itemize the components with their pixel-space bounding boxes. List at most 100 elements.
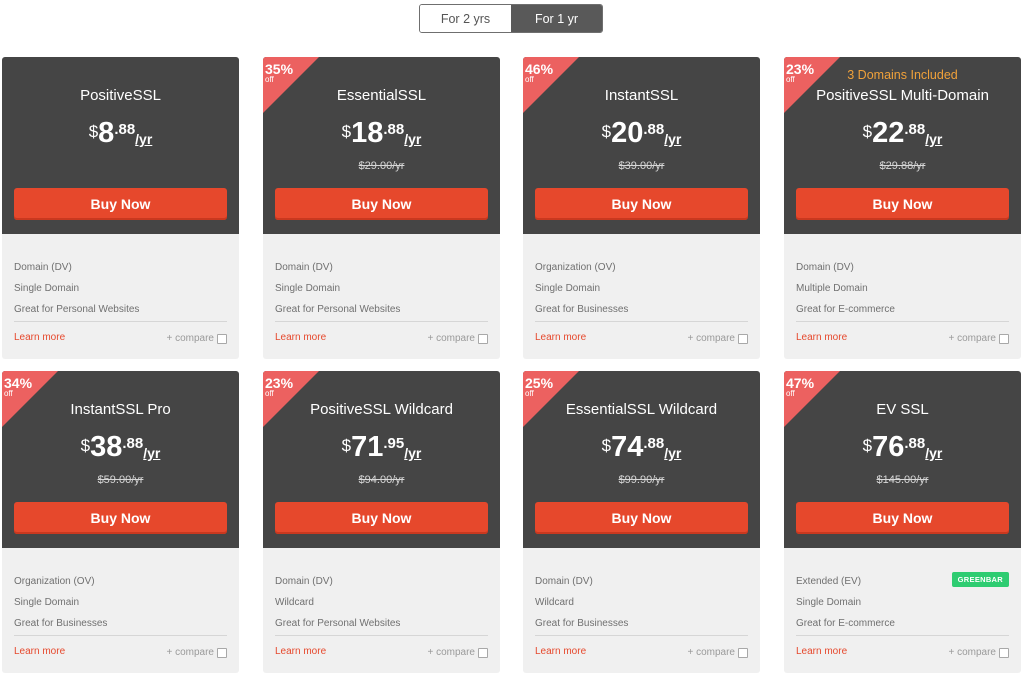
- product-feature: Single Domain: [535, 283, 601, 294]
- product-name: PositiveSSL: [80, 87, 161, 104]
- product-card: 34% off InstantSSL Pro $38.88/yr $59.00/yr Bu…: [2, 371, 239, 673]
- price-integer: 22: [872, 117, 905, 149]
- product-name: EV SSL: [876, 401, 929, 418]
- price-decimal: .88: [904, 435, 926, 452]
- compare-label: + compare: [948, 647, 996, 658]
- billing-period-toggle[interactable]: For 2 yrs For 1 yr: [419, 4, 603, 33]
- compare-toggle[interactable]: + compare: [166, 333, 227, 344]
- learn-more-link[interactable]: Learn more: [275, 332, 326, 343]
- price-integer: 8: [98, 117, 115, 149]
- compare-toggle[interactable]: + compare: [687, 333, 748, 344]
- card-header: 25% off EssentialSSL Wildcard $74.88/yr $99.…: [523, 371, 760, 548]
- learn-more-link[interactable]: Learn more: [14, 332, 65, 343]
- product-feature: Multiple Domain: [796, 283, 868, 294]
- product-price: $18.88/yr: [263, 119, 500, 148]
- product-name: InstantSSL: [604, 87, 679, 104]
- discount-badge: 46% off: [525, 62, 553, 84]
- product-name: PositiveSSL Wildcard: [310, 401, 453, 418]
- price-period: /yr: [664, 131, 682, 147]
- price-currency: $: [601, 436, 612, 455]
- product-price: $38.88/yr: [2, 433, 239, 462]
- compare-label: + compare: [687, 647, 735, 658]
- price-period: /yr: [143, 445, 161, 461]
- product-feature: Single Domain: [14, 283, 80, 294]
- product-card: 25% off EssentialSSL Wildcard $74.88/yr $99.…: [523, 371, 760, 673]
- product-price: $74.88/yr: [523, 433, 760, 462]
- price-currency: $: [80, 436, 91, 455]
- compare-checkbox[interactable]: [478, 647, 488, 658]
- learn-more-link[interactable]: Learn more: [796, 332, 847, 343]
- compare-checkbox[interactable]: [738, 333, 748, 344]
- product-feature: Organization (OV): [14, 576, 95, 587]
- buy-now-button[interactable]: Buy Now: [796, 502, 1009, 534]
- product-feature: Great for Personal Websites: [275, 618, 401, 629]
- buy-now-button[interactable]: Buy Now: [535, 502, 748, 534]
- compare-label: + compare: [166, 647, 214, 658]
- compare-checkbox[interactable]: [999, 647, 1009, 658]
- product-card: 46% off InstantSSL $20.88/yr $39.00/yr Buy No…: [523, 57, 760, 359]
- product-feature: Domain (DV): [275, 262, 333, 273]
- discount-percent: 25%: [525, 375, 554, 391]
- card-divider: [14, 635, 227, 636]
- learn-more-link[interactable]: Learn more: [535, 646, 586, 657]
- compare-checkbox[interactable]: [999, 333, 1009, 344]
- product-feature: Wildcard: [275, 597, 314, 608]
- learn-more-link[interactable]: Learn more: [275, 646, 326, 657]
- product-name: EssentialSSL: [336, 87, 427, 104]
- card-divider: [535, 321, 748, 322]
- product-feature: Great for Personal Websites: [275, 304, 401, 315]
- product-feature: Single Domain: [14, 597, 80, 608]
- discount-badge: 35% off: [265, 62, 293, 84]
- price-period: /yr: [925, 445, 943, 461]
- learn-more-link[interactable]: Learn more: [535, 332, 586, 343]
- buy-now-button[interactable]: Buy Now: [14, 188, 227, 220]
- card-header: 23% off PositiveSSL Wildcard $71.95/yr $94.0…: [263, 371, 500, 548]
- compare-toggle[interactable]: + compare: [948, 333, 1009, 344]
- price-currency: $: [601, 122, 612, 141]
- price-decimal: .88: [122, 435, 144, 452]
- learn-more-link[interactable]: Learn more: [796, 646, 847, 657]
- buy-now-button[interactable]: Buy Now: [14, 502, 227, 534]
- compare-toggle[interactable]: + compare: [427, 647, 488, 658]
- price-decimal: .88: [643, 435, 665, 452]
- compare-checkbox[interactable]: [217, 333, 227, 344]
- compare-toggle[interactable]: + compare: [687, 647, 748, 658]
- learn-more-link[interactable]: Learn more: [14, 646, 65, 657]
- discount-percent: 34%: [4, 375, 33, 391]
- discount-off-label: off: [4, 389, 13, 398]
- price-integer: 38: [90, 431, 123, 463]
- product-feature: Domain (DV): [14, 262, 72, 273]
- toggle-2-years[interactable]: For 2 yrs: [420, 5, 511, 32]
- discount-off-label: off: [265, 75, 274, 84]
- product-feature: Great for Businesses: [535, 304, 629, 315]
- buy-now-button[interactable]: Buy Now: [535, 188, 748, 220]
- price-currency: $: [341, 436, 352, 455]
- buy-now-button[interactable]: Buy Now: [275, 502, 488, 534]
- compare-toggle[interactable]: + compare: [948, 647, 1009, 658]
- product-feature: Domain (DV): [535, 576, 593, 587]
- discount-percent: 35%: [265, 61, 294, 77]
- price-integer: 20: [611, 117, 644, 149]
- product-price: $71.95/yr: [263, 433, 500, 462]
- compare-label: + compare: [687, 333, 735, 344]
- buy-now-button[interactable]: Buy Now: [275, 188, 488, 220]
- card-header: 35% off EssentialSSL $18.88/yr $29.00/yr Buy …: [263, 57, 500, 234]
- compare-checkbox[interactable]: [478, 333, 488, 344]
- price-decimal: .88: [114, 121, 136, 138]
- compare-checkbox[interactable]: [738, 647, 748, 658]
- product-card: 23% off 3 Domains Included PositiveSSL Mult…: [784, 57, 1021, 359]
- compare-toggle[interactable]: + compare: [166, 647, 227, 658]
- price-integer: 74: [611, 431, 644, 463]
- product-price: $8.88/yr: [2, 119, 239, 148]
- discount-off-label: off: [525, 75, 534, 84]
- price-currency: $: [862, 436, 873, 455]
- toggle-1-year[interactable]: For 1 yr: [511, 5, 602, 32]
- card-divider: [535, 635, 748, 636]
- buy-now-button[interactable]: Buy Now: [796, 188, 1009, 220]
- product-name: InstantSSL Pro: [70, 401, 171, 418]
- product-feature: Great for E-commerce: [796, 618, 895, 629]
- discount-badge: 34% off: [4, 376, 32, 398]
- compare-checkbox[interactable]: [217, 647, 227, 658]
- compare-toggle[interactable]: + compare: [427, 333, 488, 344]
- product-price: $20.88/yr: [523, 119, 760, 148]
